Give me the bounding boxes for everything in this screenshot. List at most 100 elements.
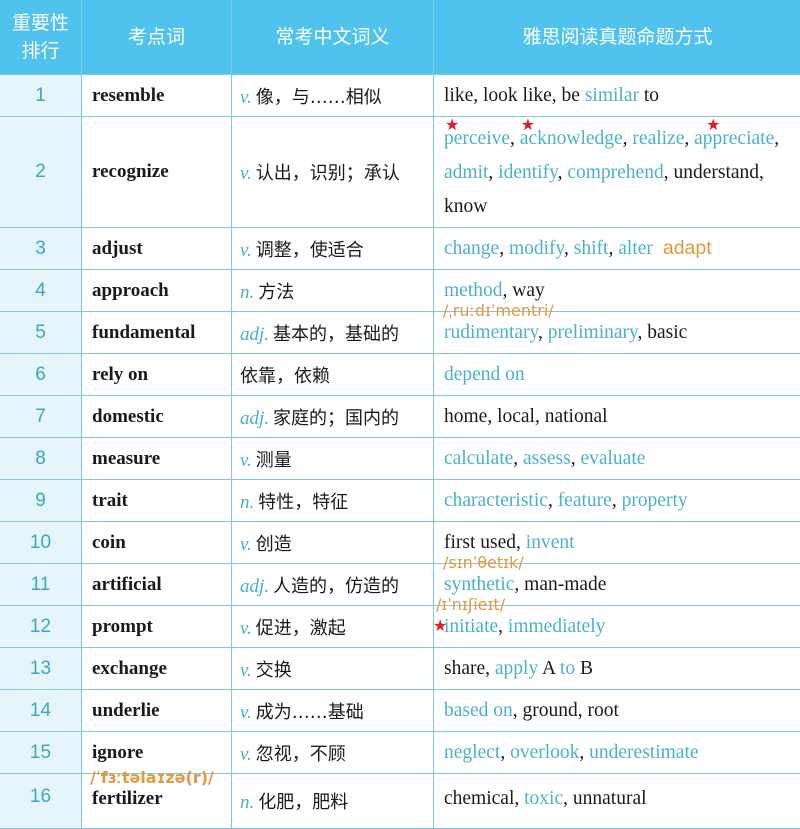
- paraphrase-cell: /ɪˈnɪʃieɪt/★initiate, immediately: [434, 606, 800, 648]
- paraphrase-keyword: admit: [444, 162, 488, 183]
- table-row: 5fundamentaladj.基本的，基础的/ˌruːdɪˈmentri/ru…: [0, 312, 800, 354]
- header-meaning: 常考中文词义: [232, 0, 434, 75]
- paraphrase-keyword: invent: [526, 532, 575, 553]
- word-text: domestic: [92, 406, 164, 427]
- part-of-speech: v.: [240, 702, 252, 723]
- rank-cell: 11: [0, 564, 82, 606]
- meaning-cell: v.交换: [232, 648, 434, 690]
- paraphrase-keyword: realize: [632, 128, 684, 149]
- table-row: 14underliev.成为……基础based on, ground, root: [0, 690, 800, 732]
- paraphrase-keyword: calculate: [444, 448, 513, 469]
- paraphrase-keyword: synthetic: [444, 574, 514, 595]
- word-text: underlie: [92, 700, 160, 721]
- word-cell: exchange: [82, 648, 232, 690]
- paraphrase-cell: depend on: [434, 354, 800, 396]
- paraphrase-text: ,: [579, 742, 589, 763]
- table-row: 1resemblev.像，与……相似like, look like, be si…: [0, 75, 800, 117]
- part-of-speech: v.: [240, 87, 252, 108]
- part-of-speech: adj.: [240, 576, 269, 597]
- paraphrase-text: A: [538, 658, 560, 679]
- paraphrase-text: , basic: [638, 322, 688, 343]
- paraphrase-keyword: evaluate: [580, 448, 645, 469]
- paraphrase-keyword: alter: [618, 238, 653, 259]
- paraphrase-text: , way: [503, 280, 545, 301]
- paraphrase-keyword: ★appreciate: [694, 128, 774, 149]
- word-text: resemble: [92, 85, 164, 106]
- word-cell: approach: [82, 270, 232, 312]
- paraphrase-keyword: identify: [498, 162, 557, 183]
- word-text: artificial: [92, 574, 162, 595]
- rank-cell: 8: [0, 438, 82, 480]
- star-icon: ★: [706, 118, 720, 134]
- meaning-text: 成为……基础: [256, 702, 364, 723]
- table-row: 11artificialadj.人造的，仿造的/sɪnˈθetɪk/synthe…: [0, 564, 800, 606]
- paraphrase-cell: ★perceive, ★acknowledge, realize, ★appre…: [434, 117, 800, 228]
- paraphrase-cell: chemical, toxic, unnatural: [434, 774, 800, 829]
- paraphrase-keyword: method: [444, 280, 503, 301]
- paraphrase-keyword: immediately: [508, 616, 605, 637]
- meaning-cell: adj.家庭的；国内的: [232, 396, 434, 438]
- table-row: 10coinv.创造first used, invent: [0, 522, 800, 564]
- vocabulary-table: 重要性 排行 考点词 常考中文词义 雅思阅读真题命题方式 1resemblev.…: [0, 0, 800, 829]
- part-of-speech: n.: [240, 492, 254, 513]
- paraphrase-keyword: change: [444, 238, 499, 259]
- paraphrase-keyword: assess: [523, 448, 571, 469]
- meaning-text: 促进，激起: [256, 618, 346, 639]
- paraphrase-keyword: depend on: [444, 364, 525, 385]
- rank-cell: 15: [0, 732, 82, 774]
- paraphrase-keyword: to: [560, 658, 575, 679]
- word-text: rely on: [92, 364, 148, 385]
- word-cell: resemble: [82, 75, 232, 117]
- table-row: 4approachn.方法method, way: [0, 270, 800, 312]
- part-of-speech: v.: [240, 163, 252, 184]
- paraphrase-cell: share, apply A to B: [434, 648, 800, 690]
- star-icon: ★: [445, 118, 459, 134]
- meaning-text: 交换: [256, 660, 292, 681]
- paraphrase-keyword: based on: [444, 700, 513, 721]
- word-cell: underlie: [82, 690, 232, 732]
- rank-cell: 6: [0, 354, 82, 396]
- meaning-text: 认出，识别；承认: [256, 163, 400, 184]
- meaning-cell: v.成为……基础: [232, 690, 434, 732]
- paraphrase-keyword: feature: [558, 490, 612, 511]
- table-row: 8measurev.测量calculate, assess, evaluate: [0, 438, 800, 480]
- rank-cell: 16: [0, 774, 82, 829]
- table-row: 16/ˈfɜːtəlaɪzə(r)/fertilizern.化肥，肥料chemi…: [0, 774, 800, 829]
- meaning-cell: adj.基本的，基础的: [232, 312, 434, 354]
- paraphrase-keyword: modify: [509, 238, 564, 259]
- paraphrase-text: ,: [571, 448, 581, 469]
- meaning-text: 方法: [258, 282, 294, 303]
- paraphrase-text: ,: [564, 238, 574, 259]
- star-icon: ★: [521, 118, 535, 134]
- word-cell: domestic: [82, 396, 232, 438]
- meaning-cell: v.创造: [232, 522, 434, 564]
- paraphrase-text: ,: [500, 742, 510, 763]
- phonetic-annotation: /ɪˈnɪʃieɪt/: [436, 597, 505, 613]
- paraphrase-text: ,: [612, 490, 622, 511]
- paraphrase-keyword: rudimentary: [444, 322, 538, 343]
- paraphrase-keyword: toxic: [524, 788, 563, 809]
- meaning-text: 测量: [256, 450, 292, 471]
- paraphrase-text: , ground, root: [513, 700, 619, 721]
- paraphrase-text: to: [639, 85, 659, 106]
- paraphrase-keyword: preliminary: [548, 322, 638, 343]
- word-text: fundamental: [92, 322, 195, 343]
- paraphrase-text: ,: [498, 616, 508, 637]
- rank-cell: 4: [0, 270, 82, 312]
- part-of-speech: adj.: [240, 324, 269, 345]
- paraphrase-text: ,: [558, 162, 568, 183]
- word-cell: trait: [82, 480, 232, 522]
- word-text: measure: [92, 448, 160, 469]
- meaning-cell: v.调整，使适合: [232, 228, 434, 270]
- meaning-text: 依靠，依赖: [240, 366, 330, 387]
- paraphrase-text: chemical,: [444, 788, 524, 809]
- table-row: 13exchangev.交换share, apply A to B: [0, 648, 800, 690]
- paraphrase-text: ,: [499, 238, 509, 259]
- paraphrase-keyword: ★initiate: [444, 616, 498, 637]
- word-cell: rely on: [82, 354, 232, 396]
- paraphrase-text: ,: [513, 448, 523, 469]
- meaning-cell: 依靠，依赖: [232, 354, 434, 396]
- meaning-cell: n.特性，特征: [232, 480, 434, 522]
- meaning-text: 像，与……相似: [256, 87, 382, 108]
- part-of-speech: v.: [240, 240, 252, 261]
